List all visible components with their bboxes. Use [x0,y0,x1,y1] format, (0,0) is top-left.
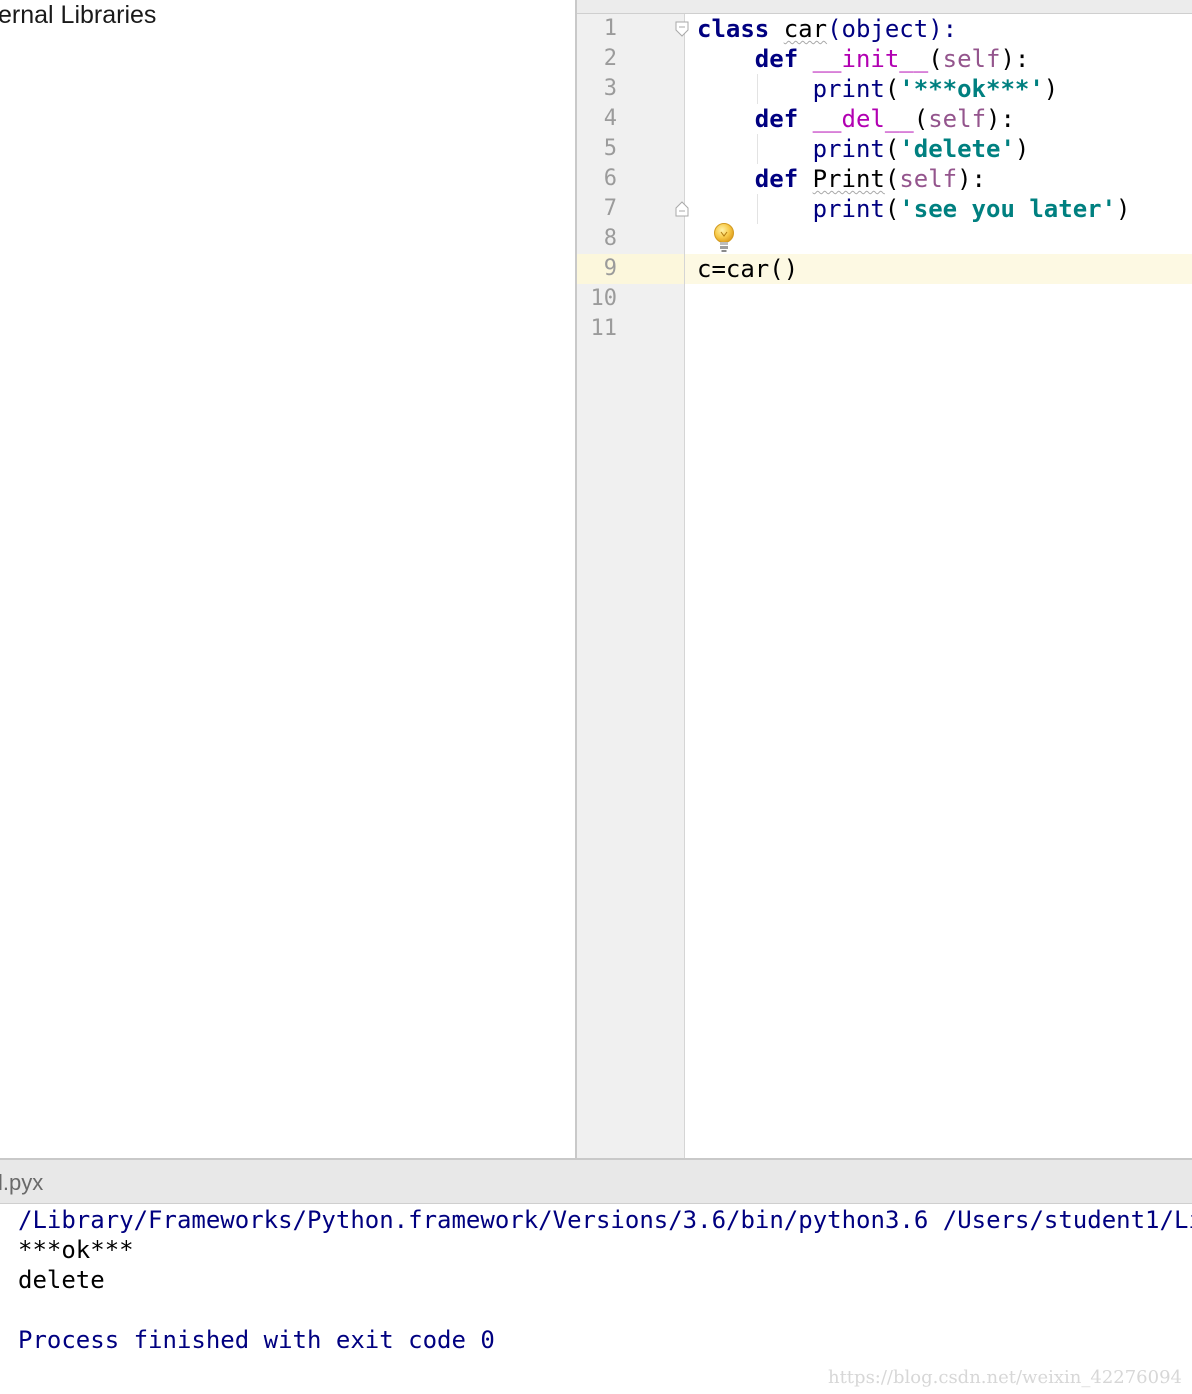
console-output-line: delete [18,1266,105,1294]
builtin-print: print [812,195,885,223]
statement: c=car() [697,255,799,283]
paren-open: ( [884,75,900,103]
string-literal: '***ok***' [899,75,1044,103]
method-name: __init__ [812,45,929,73]
keyword-def: def [754,45,799,73]
line-number: 1 [603,16,617,41]
line-number: 2 [603,46,617,71]
builtin-print: print [812,75,885,103]
string-literal: 'see you later' [899,195,1117,223]
tree-item-external-libraries[interactable]: ernal Libraries [0,0,156,30]
code-line-4[interactable]: def __del__(self): [697,104,1015,134]
line-number: 8 [603,226,617,251]
code-line-9[interactable]: c=car() [697,254,798,284]
line-number: 11 [590,316,618,341]
paren-close: ): [1000,45,1030,73]
editor-tab-strip [577,0,1192,14]
self-param: self [899,165,958,193]
self-param: self [942,45,1001,73]
method-name: __del__ [812,105,914,133]
line-number: 7 [603,196,617,221]
paren-open: ( [884,135,900,163]
fold-start-icon[interactable] [675,21,689,37]
line-number: 6 [603,166,617,191]
watermark: https://blog.csdn.net/weixin_42276094 [827,1367,1182,1388]
builtin-print: print [812,135,885,163]
self-param: self [928,105,987,133]
run-config-tab[interactable]: l.pyx [0,1168,43,1198]
run-tool-window-header: l.pyx [0,1158,1192,1204]
class-name: car [783,15,828,43]
keyword-def: def [754,105,799,133]
code-line-1[interactable]: class car(object): [697,14,957,44]
paren-close: ) [1116,195,1131,223]
console-command-line: /Library/Frameworks/Python.framework/Ver… [18,1206,1192,1234]
code-line-7[interactable]: print('see you later') [697,194,1131,224]
code-line-5[interactable]: print('delete') [697,134,1030,164]
code-line-6[interactable]: def Print(self): [697,164,986,194]
paren-close: ) [1043,75,1059,103]
paren-close: ): [957,165,987,193]
keyword-class: class [697,15,770,43]
fold-end-icon[interactable] [675,201,689,217]
paren-close: ) [1014,135,1030,163]
method-name: Print [812,165,885,193]
line-number: 4 [603,106,617,131]
class-bases: (object): [827,15,958,43]
paren-open: ( [884,165,900,193]
line-number: 5 [603,136,617,161]
code-line-2[interactable]: def __init__(self): [697,44,1030,74]
lightbulb-icon[interactable] [712,222,736,254]
console-output-line: ***ok*** [18,1236,134,1264]
keyword-def: def [754,165,799,193]
string-literal: 'delete' [899,135,1015,163]
paren-open: ( [928,45,943,73]
line-number: 3 [603,76,617,101]
line-number: 10 [590,286,618,311]
run-console[interactable]: /Library/Frameworks/Python.framework/Ver… [0,1204,1192,1394]
paren-open: ( [913,105,929,133]
console-exit-message: Process finished with exit code 0 [18,1326,495,1354]
line-number: 9 [603,256,617,281]
paren-open: ( [884,195,900,223]
paren-close: ): [986,105,1015,133]
code-editor[interactable]: 1 2 3 4 5 6 7 8 9 10 11 class car(object): def __i… [577,0,1192,1158]
project-panel: ernal Libraries [0,0,577,1158]
ide-window: ernal Libraries 1 2 3 4 5 6 7 8 9 10 11 class car(… [0,0,1192,1394]
code-line-3[interactable]: print('***ok***') [697,74,1059,104]
